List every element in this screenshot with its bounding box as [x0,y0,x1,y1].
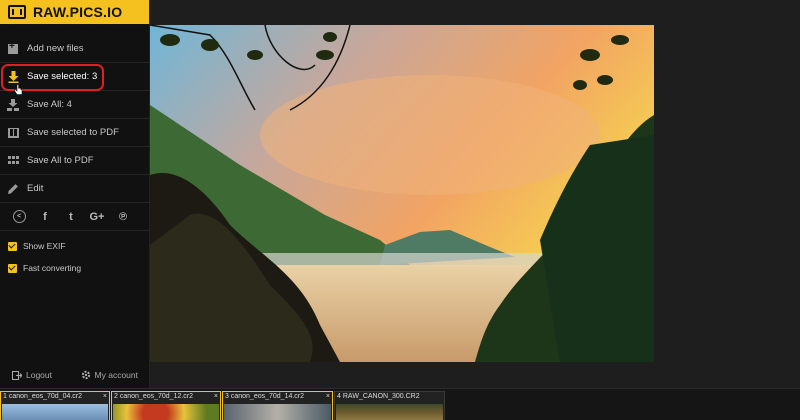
logo[interactable]: RAW.PICS.IO [0,0,149,24]
film-icon [8,5,26,19]
thumbnail-1[interactable]: 1 canon_eos_70d_04.cr2 × [0,391,110,420]
checkbox-checked-icon [8,241,17,251]
google-plus-icon[interactable]: G+ [84,211,110,223]
thumbnail-2[interactable]: 2 canon_eos_70d_12.cr2 × [111,391,221,420]
thumbnail-image [224,404,331,420]
tumblr-icon[interactable]: t [58,211,84,223]
menu-item-label: Save All to PDF [27,155,94,166]
image-preview[interactable] [150,25,654,362]
logout-link[interactable]: Logout [12,370,52,380]
edit-button[interactable]: Edit [0,175,149,203]
menu-item-label: Edit [27,183,44,194]
logout-icon [12,370,22,380]
pencil-icon [7,183,19,195]
thumbnail-label: 2 canon_eos_70d_12.cr2 × [114,393,218,403]
gear-icon [81,370,90,380]
save-all-icon [7,98,19,111]
checkbox-label: Show EXIF [23,241,66,251]
close-icon[interactable]: × [214,393,218,403]
thumbnail-image [336,404,443,420]
thumbnail-label: 1 canon_eos_70d_04.cr2 × [3,393,107,403]
sidebar-menu: Add new files Save selected: 3 Save All:… [0,35,149,279]
facebook-icon[interactable]: f [32,211,58,223]
thumbnail-4[interactable]: 4 RAW_CANON_300.CR2 [334,391,445,420]
thumbnail-label: 4 RAW_CANON_300.CR2 [337,393,420,400]
pdf-grid-icon [7,155,19,167]
my-account-label: My account [94,370,138,380]
thumbnail-label: 3 canon_eos_70d_14.cr2 × [225,393,330,403]
show-exif-checkbox[interactable]: Show EXIF [0,235,149,257]
menu-item-label: Save All: 4 [27,99,72,110]
pdf-icon [7,127,19,139]
app-window: RAW.PICS.IO Add new files Save selected:… [0,0,800,420]
my-account-link[interactable]: My account [81,370,138,380]
social-share-row: < f t G+ ℗ [0,203,149,231]
add-new-files-button[interactable]: Add new files [0,35,149,63]
thumbnail-image [2,404,108,420]
fast-converting-checkbox[interactable]: Fast converting [0,257,149,279]
mouse-cursor-icon [14,84,23,95]
landscape-photo [150,25,654,362]
checkbox-label: Fast converting [23,263,82,273]
menu-item-label: Add new files [27,43,84,54]
logo-text: RAW.PICS.IO [33,4,123,20]
sidebar: RAW.PICS.IO Add new files Save selected:… [0,0,150,388]
share-icon[interactable]: < [6,210,32,223]
logout-label: Logout [26,370,52,380]
save-selected-pdf-button[interactable]: Save selected to PDF [0,119,149,147]
thumbnail-strip: 1 canon_eos_70d_04.cr2 × 2 canon_eos_70d… [0,388,800,420]
checkbox-checked-icon [8,263,17,273]
close-icon[interactable]: × [103,393,107,403]
add-files-icon [7,41,19,55]
menu-item-label: Save selected to PDF [27,127,119,138]
close-icon[interactable]: × [326,393,330,403]
thumbnail-image [113,404,219,420]
sidebar-footer: Logout My account [0,370,150,380]
thumbnail-3[interactable]: 3 canon_eos_70d_14.cr2 × [222,391,333,420]
pinterest-icon[interactable]: ℗ [110,211,136,223]
save-all-pdf-button[interactable]: Save All to PDF [0,147,149,175]
